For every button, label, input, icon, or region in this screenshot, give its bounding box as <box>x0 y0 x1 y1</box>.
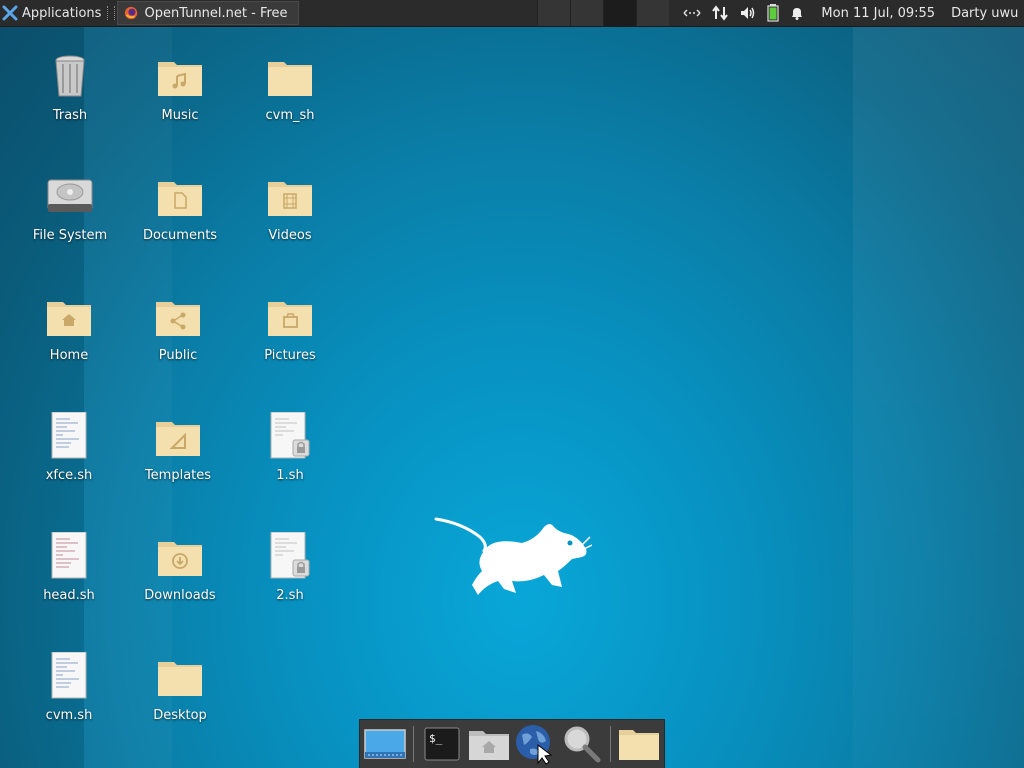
desktop-icon-xfce-sh[interactable]: xfce.sh <box>19 411 119 484</box>
desktop-icon-music[interactable]: Music <box>130 52 230 124</box>
folder-icon <box>618 730 659 760</box>
app-finder-launcher[interactable] <box>560 722 602 766</box>
folder-icon <box>268 62 312 96</box>
clock[interactable]: Mon 11 Jul, 09:55 <box>821 6 935 21</box>
user-menu[interactable]: Darty uwu <box>951 6 1018 21</box>
desktop-icon-downloads[interactable]: Downloads <box>130 532 230 604</box>
locked-script-icon <box>270 531 310 579</box>
desktop-icon-1-sh[interactable]: 1.sh <box>240 411 340 484</box>
network-icon[interactable] <box>683 6 701 20</box>
firefox-icon <box>125 6 138 20</box>
workspace-1[interactable] <box>537 0 571 26</box>
folder-documents-icon <box>158 182 202 216</box>
workspace-switcher <box>537 0 670 26</box>
system-tray: Mon 11 Jul, 09:55 Darty uwu <box>683 0 1018 26</box>
desktop-icon-2-sh[interactable]: 2.sh <box>240 531 340 604</box>
folder-icon <box>158 662 202 696</box>
xfce-mouse-logo <box>434 517 592 595</box>
desktop-icon-public[interactable]: Public <box>128 292 228 364</box>
terminal-icon: $_ <box>424 727 460 761</box>
workspace-2[interactable] <box>570 0 604 26</box>
taskbar-window-button[interactable]: OpenTunnel.net - Free S... <box>117 1 300 25</box>
wallpaper-band <box>853 26 1024 768</box>
show-desktop-button[interactable] <box>364 722 406 766</box>
desktop-icon-trash[interactable]: Trash <box>20 52 120 124</box>
dock-separator <box>609 726 611 762</box>
trash-icon <box>55 55 85 97</box>
folder-home-icon <box>47 302 91 336</box>
desktop-icon-home[interactable]: Home <box>19 292 119 364</box>
folder-videos-icon <box>268 182 312 216</box>
desktop-icon-cvm-sh[interactable]: cvm.sh <box>19 651 119 724</box>
workspace-4[interactable] <box>636 0 670 26</box>
desktop-icon-pictures[interactable]: Pictures <box>240 292 340 364</box>
top-panel: Applications OpenTunnel.net - Free S... <box>0 0 1024 27</box>
locked-script-icon <box>270 411 310 459</box>
desktop-icon-videos[interactable]: Videos <box>240 172 340 244</box>
applications-menu-button[interactable]: Applications <box>0 0 105 26</box>
battery-icon[interactable] <box>767 4 780 22</box>
home-folder-icon <box>468 731 509 760</box>
folder-templates-icon <box>156 422 200 456</box>
dock-separator <box>413 726 415 762</box>
desktop-icon-head-sh[interactable]: head.sh <box>19 531 119 604</box>
xfce-logo-icon <box>2 5 18 21</box>
network-transfer-icon[interactable] <box>711 5 729 21</box>
show-desktop-icon <box>364 729 406 759</box>
desktop-icon-documents[interactable]: Documents <box>130 172 230 244</box>
desktop-icon-templates[interactable]: Templates <box>128 412 228 484</box>
magnifier-icon <box>564 726 601 763</box>
script-file-icon <box>51 651 87 699</box>
script-file-icon <box>51 531 87 579</box>
applications-label: Applications <box>22 5 102 21</box>
folder-music-icon <box>158 62 202 96</box>
web-browser-launcher[interactable] <box>514 722 556 766</box>
globe-icon <box>516 725 553 765</box>
taskbar-window-title: OpenTunnel.net - Free S... <box>144 5 293 21</box>
panel-handle[interactable] <box>107 6 116 20</box>
folder-downloads-icon <box>158 542 202 576</box>
hard-drive-icon <box>47 179 93 212</box>
workspace-3[interactable] <box>603 0 637 26</box>
terminal-launcher[interactable]: $_ <box>421 722 463 766</box>
bottom-dock: $_ <box>359 719 665 768</box>
file-manager-launcher[interactable] <box>618 722 660 766</box>
home-folder-launcher[interactable] <box>468 722 510 766</box>
notification-bell-icon[interactable] <box>789 5 805 21</box>
desktop-icon-desktop[interactable]: Desktop <box>130 652 230 724</box>
volume-icon[interactable] <box>739 5 757 21</box>
desktop-icon-cvm-sh-folder[interactable]: cvm_sh <box>240 52 340 124</box>
svg-text:$_: $_ <box>429 732 443 745</box>
folder-pictures-icon <box>268 302 312 336</box>
desktop-icon-file-system[interactable]: File System <box>20 172 120 244</box>
folder-public-icon <box>156 302 200 336</box>
script-file-icon <box>51 411 87 459</box>
